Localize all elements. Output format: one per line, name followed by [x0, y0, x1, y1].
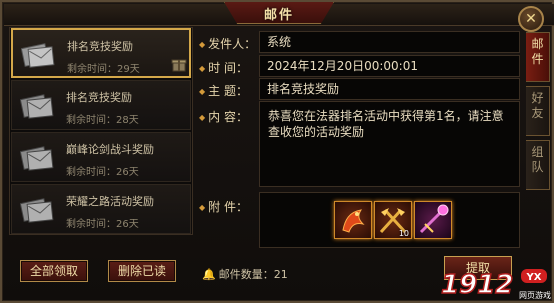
- mail-time-remaining: 剩余时间：29天: [67, 64, 140, 75]
- envelope-icon: [20, 94, 54, 119]
- attachment-label: ◆ 附 件：: [199, 200, 248, 214]
- mail-title: 巅峰论剑战斗奖励: [66, 143, 154, 156]
- bell-icon: 🔔: [202, 268, 216, 281]
- close-icon: ✕: [525, 11, 537, 27]
- window-title: 邮件: [263, 8, 294, 23]
- mail-time-remaining: 剩余时间：26天: [66, 219, 139, 230]
- dragon-shape: [342, 209, 365, 233]
- envelope-icon: [20, 198, 54, 223]
- diamond-icon: ◆: [199, 113, 206, 122]
- mail-count: 🔔 邮件数量：21: [202, 268, 288, 281]
- mail-item[interactable]: 巅峰论剑战斗奖励 剩余时间：26天: [11, 132, 191, 182]
- watermark-number: 1912: [441, 270, 513, 300]
- subject-label: ◆ 主 题：: [199, 84, 248, 98]
- diamond-icon: ◆: [199, 40, 206, 49]
- close-button[interactable]: ✕: [518, 6, 544, 32]
- tab-mail[interactable]: 邮件: [526, 32, 550, 82]
- time-label: ◆ 时 间：: [199, 61, 248, 75]
- sender-field: 系统: [259, 31, 520, 53]
- time-field: 2024年12月20日00:00:01: [259, 55, 520, 77]
- purple-staff-item-icon[interactable]: [414, 201, 452, 239]
- mail-time-remaining: 剩余时间：28天: [66, 115, 139, 126]
- gift-icon: [171, 59, 187, 72]
- staff-shape: [419, 204, 449, 234]
- sender-label: ◆ 发件人：: [199, 37, 257, 51]
- delete-read-button[interactable]: 删除已读: [108, 260, 176, 282]
- golden-axes-item-icon[interactable]: 10: [374, 201, 412, 239]
- envelope-icon: [20, 146, 54, 171]
- watermark-logo: 1912 YX 网页游戏: [440, 269, 551, 301]
- diamond-icon: ◆: [199, 87, 206, 96]
- tab-friends[interactable]: 好友: [526, 86, 550, 136]
- mail-item[interactable]: 排名竞技奖励 剩余时间：29天: [11, 28, 191, 78]
- mail-window: 邮件 ✕ 排名竞技奖励 剩余时间：29天 排名竞技奖励 剩余时间：28天 巅峰论…: [0, 0, 554, 303]
- mail-title: 排名竞技奖励: [67, 40, 133, 53]
- content-field: 恭喜您在法器排名活动中获得第1名，请注意查收您的活动奖励: [259, 101, 520, 187]
- diamond-icon: ◆: [199, 64, 206, 73]
- watermark-sub: 网页游戏: [519, 290, 551, 300]
- mail-item[interactable]: 荣耀之路活动奖励 剩余时间：26天: [11, 184, 191, 234]
- mail-title: 排名竞技奖励: [66, 91, 132, 104]
- mail-list: 排名竞技奖励 剩余时间：29天 排名竞技奖励 剩余时间：28天 巅峰论剑战斗奖励…: [9, 27, 193, 235]
- tab-team[interactable]: 组队: [526, 140, 550, 190]
- mail-time-remaining: 剩余时间：26天: [66, 167, 139, 178]
- item-count: 10: [398, 229, 409, 238]
- watermark-badge: YX: [526, 272, 542, 283]
- envelope-icon: [21, 43, 55, 68]
- mail-item[interactable]: 排名竞技奖励 剩余时间：28天: [11, 80, 191, 130]
- red-dragon-item-icon[interactable]: [334, 201, 372, 239]
- mail-title: 荣耀之路活动奖励: [66, 195, 154, 208]
- receive-all-button[interactable]: 全部领取: [20, 260, 88, 282]
- subject-field: 排名竞技奖励: [259, 78, 520, 100]
- content-label: ◆ 内 容：: [199, 110, 248, 124]
- diamond-icon: ◆: [199, 203, 206, 212]
